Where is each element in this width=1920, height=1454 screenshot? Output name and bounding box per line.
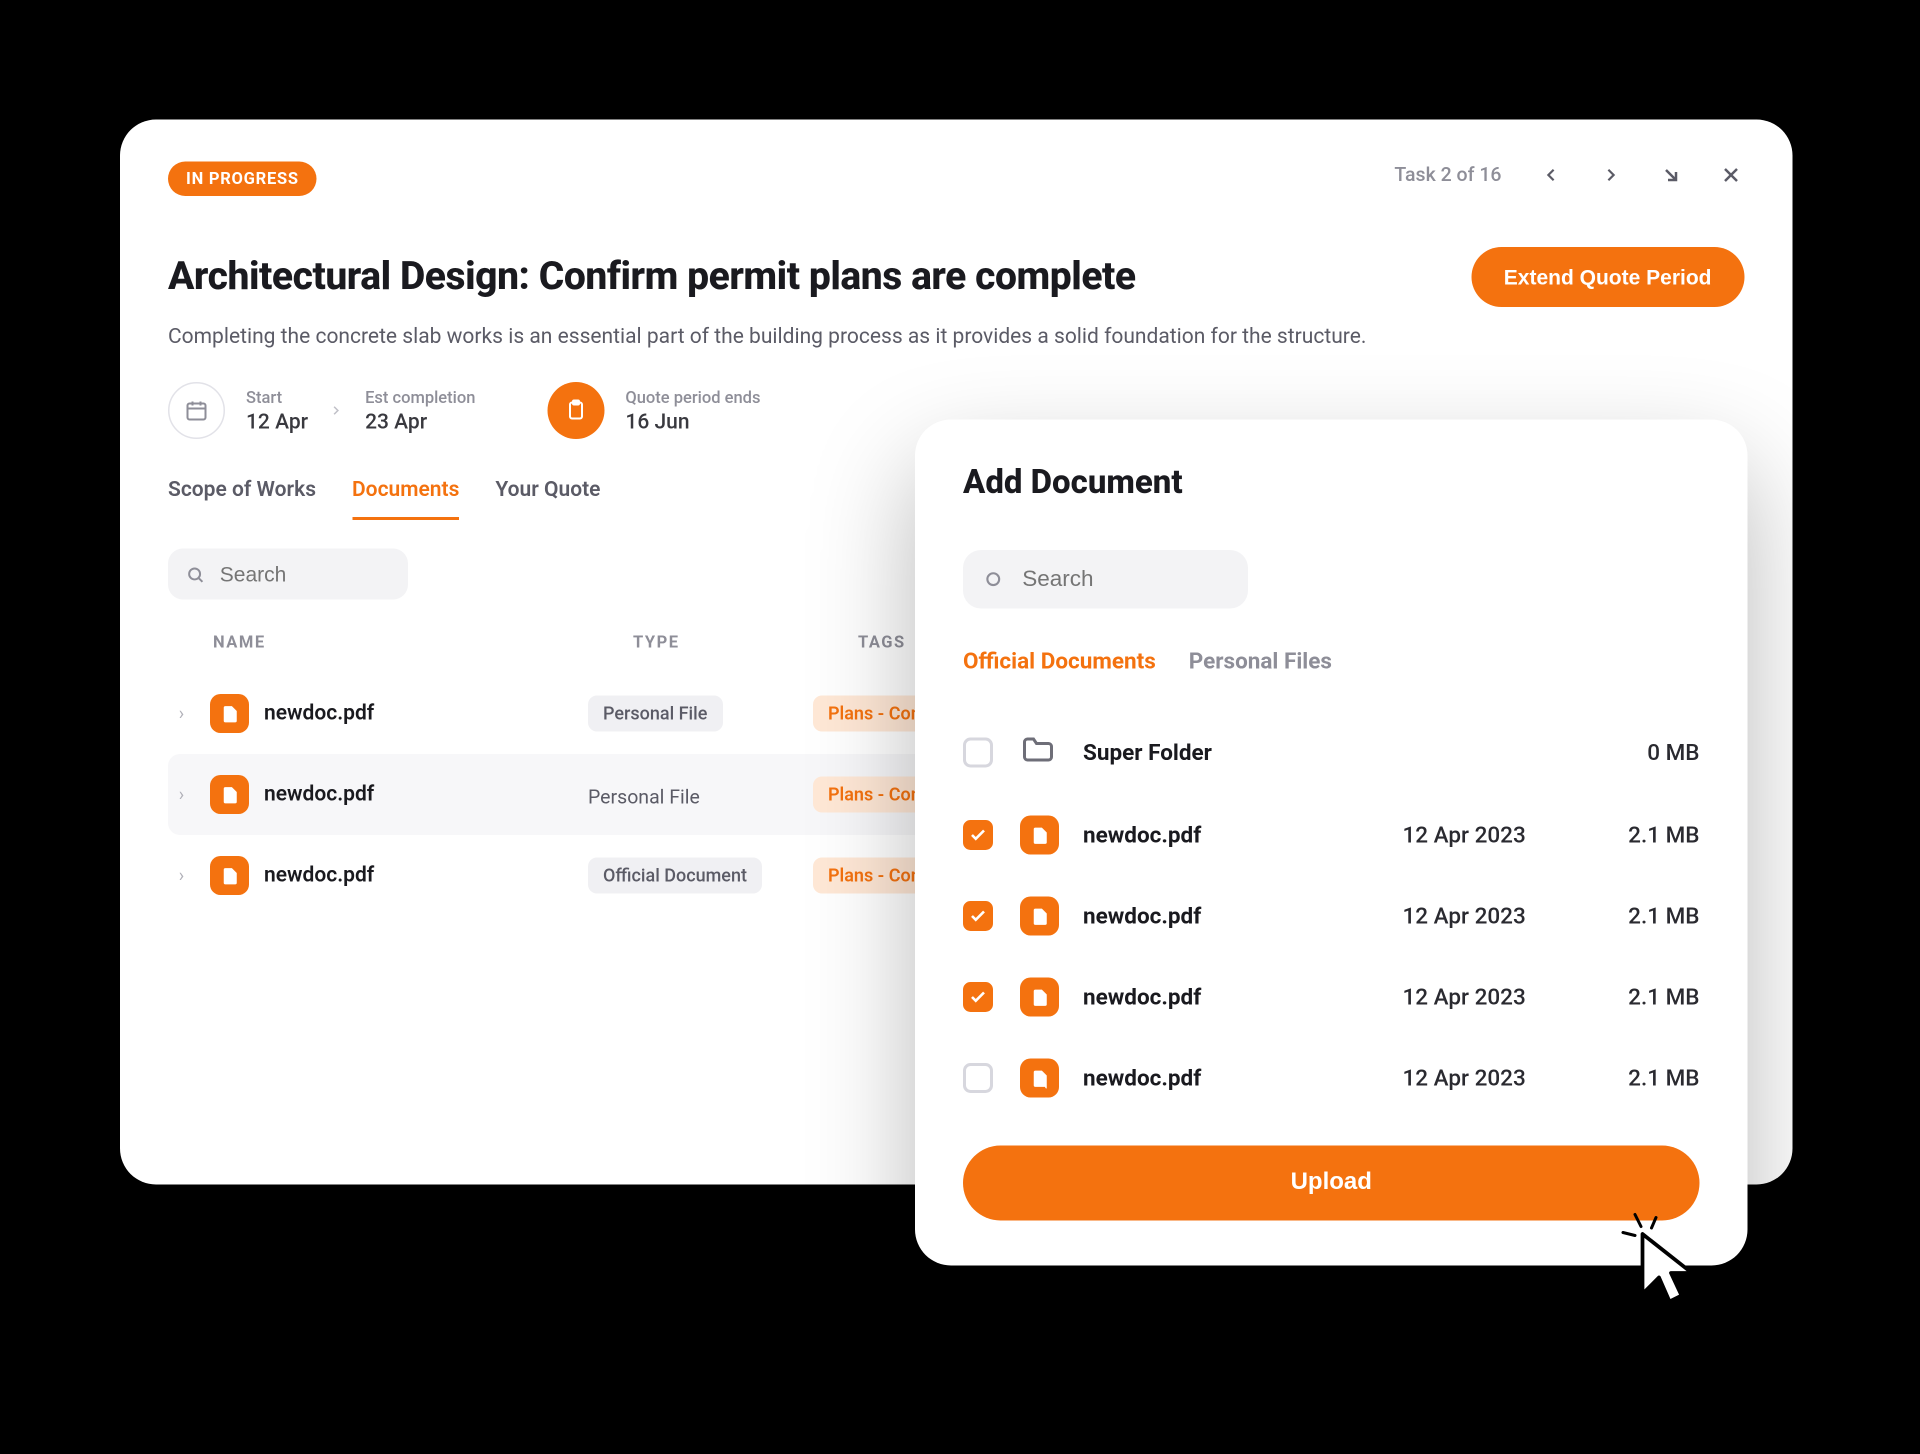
file-icon [1020,1058,1059,1097]
page-title: Architectural Design: Confirm permit pla… [168,254,1136,299]
checkbox[interactable] [963,901,993,931]
search-input[interactable] [220,562,390,586]
expand-row-button[interactable]: › [168,784,195,805]
file-name: newdoc.pdf [264,701,374,725]
item-name: Super Folder [1083,739,1391,766]
file-name: newdoc.pdf [264,863,374,887]
item-size: 2.1 MB [1595,821,1700,848]
type-pill: Personal File [588,695,722,731]
next-task-button[interactable] [1595,158,1628,191]
item-size: 0 MB [1595,739,1700,766]
chevron-right-icon [329,403,344,418]
quote-period-date: Quote period ends 16 Jun [625,387,760,434]
tab-personal-files[interactable]: Personal Files [1189,647,1332,674]
item-size: 2.1 MB [1595,983,1700,1010]
chevron-right-icon [1601,164,1622,185]
item-size: 2.1 MB [1595,1064,1700,1091]
type-pill: Official Document [588,857,762,893]
tab-official-documents[interactable]: Official Documents [963,647,1156,674]
calendar-icon [168,382,225,439]
checkbox[interactable] [963,982,993,1012]
item-size: 2.1 MB [1595,902,1700,929]
item-date: 12 Apr 2023 [1403,821,1583,848]
modal-tabs: Official Documents Personal Files [963,647,1700,674]
col-name: NAME [213,632,633,652]
chevron-left-icon [1541,164,1562,185]
list-item[interactable]: Super Folder 0 MB [963,710,1700,794]
tab-documents[interactable]: Documents [352,478,459,520]
est-completion-date: Est completion 23 Apr [365,387,475,434]
check-icon [969,826,987,844]
prev-task-button[interactable] [1535,158,1568,191]
list-item[interactable]: newdoc.pdf 12 Apr 2023 2.1 MB [963,956,1700,1037]
list-item[interactable]: newdoc.pdf 12 Apr 2023 2.1 MB [963,875,1700,956]
checkbox[interactable] [963,1063,993,1093]
tab-quote[interactable]: Your Quote [495,478,600,520]
tab-scope[interactable]: Scope of Works [168,478,316,520]
file-icon [1020,977,1059,1016]
expand-row-button[interactable]: › [168,703,195,724]
search-icon [984,567,1004,591]
close-button[interactable] [1715,158,1748,191]
folder-icon [1020,731,1071,773]
file-icon [210,856,249,895]
item-name: newdoc.pdf [1083,821,1391,848]
task-counter: Task 2 of 16 [1394,163,1501,186]
top-actions: Task 2 of 16 [1394,158,1747,191]
check-icon [969,907,987,925]
file-icon [210,694,249,733]
list-item[interactable]: newdoc.pdf 12 Apr 2023 2.1 MB [963,1037,1700,1118]
expand-row-button[interactable]: › [168,865,195,886]
check-icon [969,988,987,1006]
item-name: newdoc.pdf [1083,1064,1391,1091]
page-subtitle: Completing the concrete slab works is an… [168,325,1745,349]
minimize-button[interactable] [1655,158,1688,191]
checkbox[interactable] [963,820,993,850]
item-date: 12 Apr 2023 [1403,1064,1583,1091]
checkbox[interactable] [963,737,993,767]
extend-quote-button[interactable]: Extend Quote Period [1471,247,1745,307]
start-date: Start 12 Apr [246,387,308,434]
item-date: 12 Apr 2023 [1403,902,1583,929]
file-icon [1020,896,1059,935]
search-field[interactable] [168,548,408,599]
modal-file-list: Super Folder 0 MB newdoc.pdf 12 Apr 2023… [963,710,1700,1118]
file-name: newdoc.pdf [264,782,374,806]
add-document-modal: Add Document Official Documents Personal… [915,419,1748,1265]
list-item[interactable]: newdoc.pdf 12 Apr 2023 2.1 MB [963,794,1700,875]
file-icon [1020,815,1059,854]
item-name: newdoc.pdf [1083,902,1391,929]
modal-search-input[interactable] [1022,566,1227,592]
col-type: TYPE [633,632,858,652]
upload-button[interactable]: Upload [963,1145,1700,1220]
item-date: 12 Apr 2023 [1403,983,1583,1010]
close-icon [1719,163,1743,187]
modal-search-field[interactable] [963,550,1248,609]
status-badge: IN PROGRESS [168,161,317,196]
modal-title: Add Document [963,464,1700,502]
arrow-down-right-icon [1659,163,1683,187]
type-label: Personal File [588,786,700,809]
search-icon [186,562,205,585]
clipboard-icon [547,382,604,439]
file-icon [210,775,249,814]
item-name: newdoc.pdf [1083,983,1391,1010]
